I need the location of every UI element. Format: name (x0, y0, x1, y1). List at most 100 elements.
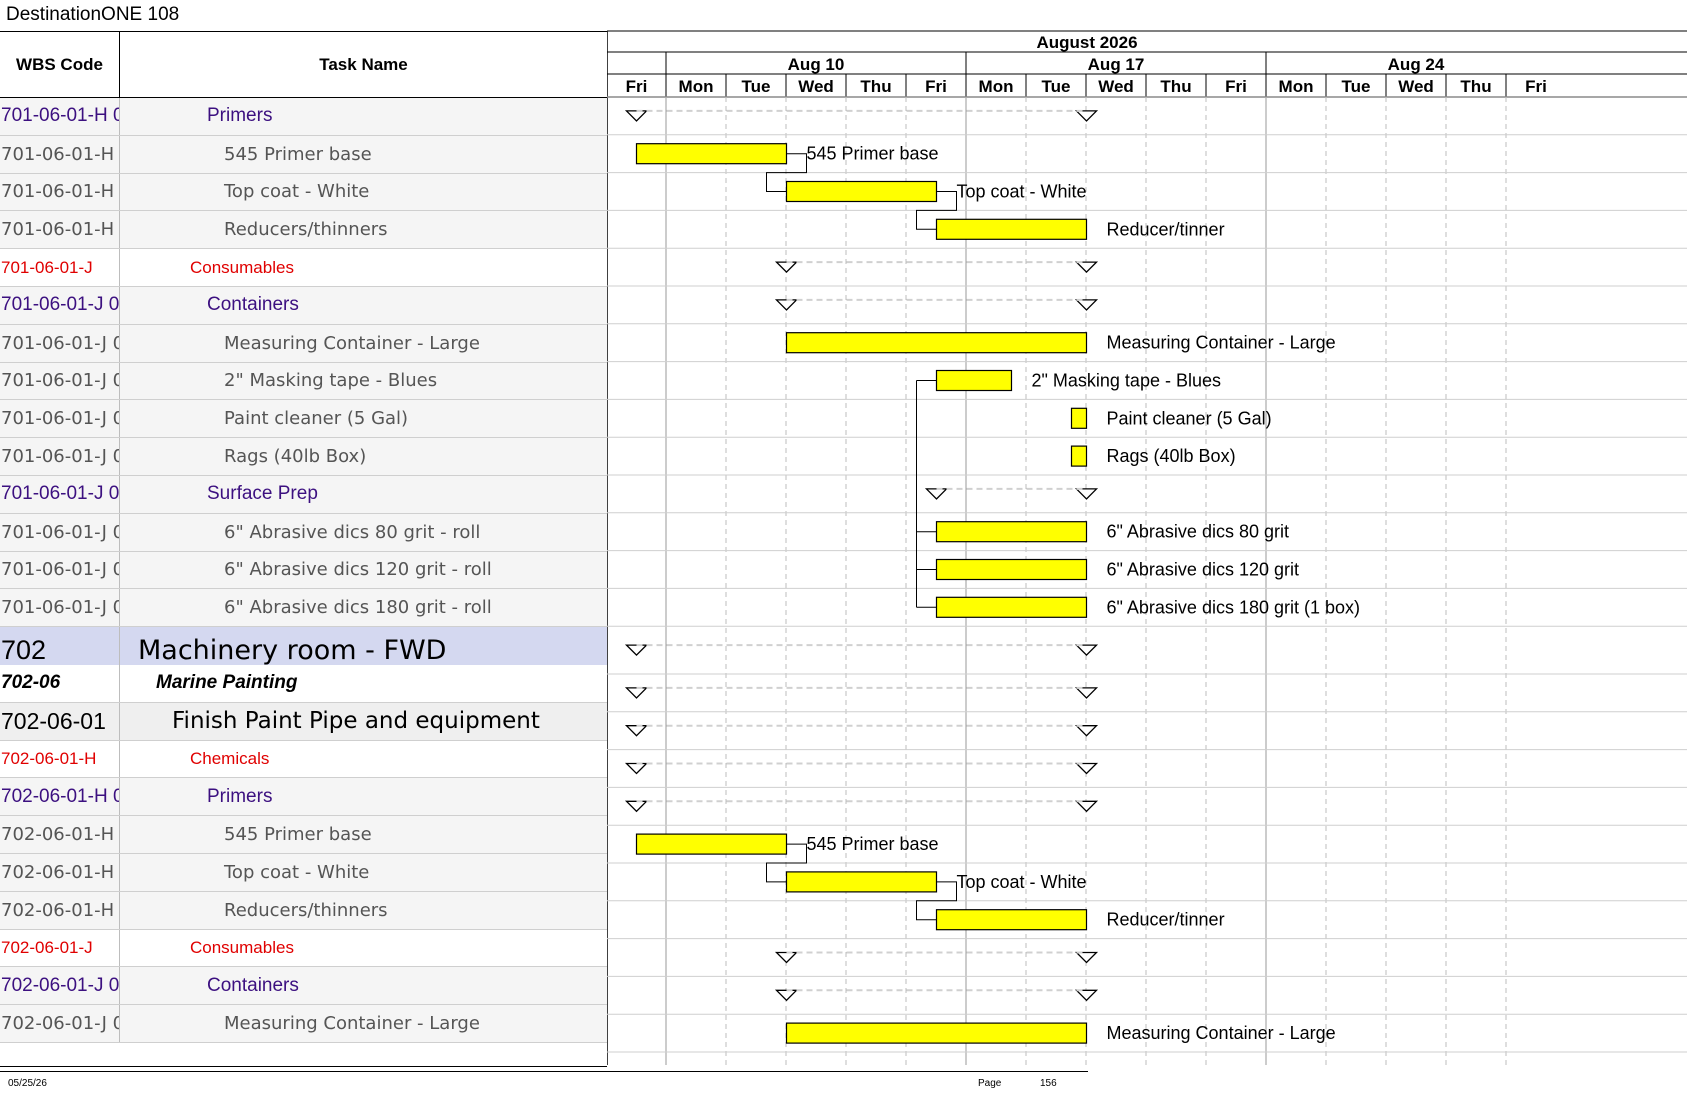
task-bar-label: 6" Abrasive dics 80 grit (1107, 522, 1289, 542)
wbs-code-cell[interactable]: 702-06-01-H 0 (0, 778, 120, 816)
wbs-code-cell[interactable]: 701-06-01-J (0, 249, 120, 286)
task-name-cell[interactable]: Chemicals (120, 741, 607, 778)
wbs-code-cell[interactable]: 701-06-01-H 0 (0, 98, 120, 135)
summary-marker (624, 800, 649, 813)
wbs-code-cell[interactable]: 702-06-01-H 01 (0, 854, 120, 891)
task-name-cell[interactable]: Measuring Container - Large (120, 325, 607, 362)
day-label: Mon (679, 77, 714, 96)
task-row[interactable]: 701-06-01-J 026" Abrasive dics 180 grit … (0, 589, 607, 628)
task-name-cell[interactable]: Containers (120, 287, 607, 324)
wbs-code-cell[interactable]: 701-06-01-J 02 (0, 589, 120, 627)
task-bar (635, 143, 788, 165)
task-bar (785, 332, 1088, 354)
task-row[interactable]: 701-06-01-J 01Measuring Container - Larg… (0, 324, 607, 363)
task-row[interactable]: 701-06-01-J 0 Surface Prep (0, 476, 607, 514)
task-name-cell[interactable]: Measuring Container - Large (120, 1005, 607, 1042)
day-label: Fri (626, 77, 648, 96)
summary-marker (774, 261, 799, 274)
wbs-code-cell[interactable]: 701-06-01-J 02 (0, 551, 120, 589)
task-row[interactable]: 701-06-01-J 026" Abrasive dics 120 grit … (0, 551, 607, 590)
wbs-code-cell[interactable]: 702-06-01 (0, 702, 120, 740)
task-name-cell[interactable]: Containers (120, 967, 607, 1004)
task-name-cell[interactable]: Top coat - White (120, 174, 607, 211)
wbs-code-cell[interactable]: 701-06-01-J 01 (0, 324, 120, 362)
task-name-cell[interactable]: Finish Paint Pipe and equipment (120, 703, 607, 740)
wbs-code-cell[interactable]: 702-06-01-J (0, 929, 120, 967)
wbs-column-header[interactable]: WBS Code (0, 32, 120, 98)
wbs-code-cell[interactable]: 702-06-01-J 01 (0, 1005, 120, 1042)
task-name-cell[interactable]: Reducers/thinners (120, 892, 607, 929)
wbs-code-cell[interactable]: 702-06 (0, 665, 120, 702)
wbs-code-cell[interactable]: 701-06-01-H 01 (0, 211, 120, 249)
task-name-cell[interactable]: Paint cleaner (5 Gal) (120, 400, 607, 437)
wbs-code-cell[interactable]: 701-06-01-H 01 (0, 173, 120, 211)
day-label: Mon (979, 77, 1014, 96)
task-row[interactable]: 701-06-01-H 01545 Primer base (0, 135, 607, 174)
task-name-cell[interactable]: Primers (120, 778, 607, 815)
task-row[interactable]: 702-06-01-H 01Reducers/thinners (0, 891, 607, 930)
wbs-code-cell[interactable]: 701-06-01-J 01 (0, 362, 120, 400)
task-row[interactable]: 702-06-01-H 01545 Primer base (0, 816, 607, 854)
task-row[interactable]: 702-06-01 Finish Paint Pipe and equipment (0, 702, 607, 741)
summary-marker (1074, 644, 1099, 657)
summary-marker (624, 644, 649, 657)
task-row[interactable]: 702-06-01-J 01Measuring Container - Larg… (0, 1005, 607, 1043)
task-row[interactable]: 701-06-01-H 0 Primers (0, 98, 607, 136)
day-label: Thu (1160, 77, 1191, 96)
wbs-code-cell[interactable]: 702-06-01-H 01 (0, 816, 120, 853)
summary-marker (1074, 299, 1099, 311)
task-row[interactable]: 701-06-01-J 0 Containers (0, 287, 607, 325)
day-label: Wed (798, 77, 834, 96)
task-row[interactable]: 702-06-01-J 0 Containers (0, 967, 607, 1006)
task-bar-label: 545 Primer base (807, 834, 939, 854)
wbs-code-cell[interactable]: 701-06-01-J 01 (0, 400, 120, 438)
wbs-code-cell[interactable]: 701-06-01-J 0 (0, 287, 120, 324)
task-row[interactable]: 701-06-01-J Consumables (0, 249, 607, 287)
summary-marker (624, 687, 649, 699)
task-name-cell[interactable]: Rags (40lb Box) (120, 438, 607, 475)
task-bar-label: Paint cleaner (5 Gal) (1107, 408, 1272, 428)
task-name-cell[interactable]: Primers (120, 98, 607, 135)
day-label: Wed (1098, 77, 1134, 96)
task-row[interactable]: 702-06-01-H Chemicals (0, 740, 607, 779)
task-name-cell[interactable]: Marine Painting (120, 665, 607, 702)
wbs-code-cell[interactable]: 701-06-01-J 0 (0, 476, 120, 513)
wbs-code-cell[interactable]: 702-06-01-J 0 (0, 967, 120, 1005)
wbs-code-cell[interactable]: 702-06-01-H (0, 740, 120, 778)
task-name-cell[interactable]: 6" Abrasive dics 180 grit - roll (120, 589, 607, 626)
day-label: Fri (925, 77, 947, 96)
task-row[interactable]: 702-06 Marine Painting (0, 665, 607, 703)
wbs-code-cell[interactable]: 701-06-01-J 01 (0, 438, 120, 475)
task-name-cell[interactable]: 6" Abrasive dics 120 grit - roll (120, 552, 607, 589)
task-row[interactable]: 701-06-01-J 01Paint cleaner (5 Gal) (0, 400, 607, 439)
task-name-cell[interactable]: 6" Abrasive dics 80 grit - roll (120, 514, 607, 551)
task-bar (935, 521, 1088, 543)
wbs-code-cell[interactable]: 702-06-01-H 01 (0, 891, 120, 929)
task-name-cell[interactable]: Reducers/thinners (120, 211, 607, 248)
task-row[interactable]: 701-06-01-J 012" Masking tape - Blues (0, 362, 607, 401)
task-name-cell[interactable]: 545 Primer base (120, 816, 607, 853)
wbs-code-cell[interactable]: 701-06-01-H 01 (0, 135, 120, 173)
task-row[interactable]: 702-06-01-J Consumables (0, 929, 607, 968)
task-row[interactable]: 701-06-01-J 026" Abrasive dics 80 grit -… (0, 513, 607, 552)
task-name-cell[interactable]: Consumables (120, 930, 607, 967)
task-row[interactable]: 701-06-01-H 01Reducers/thinners (0, 211, 607, 250)
task-name-column-header[interactable]: Task Name (120, 32, 607, 98)
task-row[interactable]: 702-06-01-H 0 Primers (0, 778, 607, 817)
task-bar-label: Reducer/tinner (1107, 910, 1225, 930)
footer-date: 05/25/26 (8, 1078, 47, 1089)
task-row[interactable]: 702-06-01-H 01Top coat - White (0, 854, 607, 892)
summary-marker (924, 488, 949, 500)
summary-marker (624, 762, 649, 775)
task-row[interactable]: 701-06-01-H 01Top coat - White (0, 173, 607, 212)
task-name-cell[interactable]: 545 Primer base (120, 136, 607, 173)
task-name-cell[interactable]: Top coat - White (120, 854, 607, 891)
task-name-cell[interactable]: 2" Masking tape - Blues (120, 363, 607, 400)
task-name-cell[interactable]: Surface Prep (120, 476, 607, 513)
summary-marker (1074, 488, 1099, 500)
week-label: Aug 17 (1088, 55, 1145, 74)
wbs-code-cell[interactable]: 701-06-01-J 02 (0, 513, 120, 551)
task-row[interactable]: 701-06-01-J 01Rags (40lb Box) (0, 438, 607, 476)
footer-page-label: Page (978, 1078, 1002, 1089)
task-name-cell[interactable]: Consumables (120, 249, 607, 286)
